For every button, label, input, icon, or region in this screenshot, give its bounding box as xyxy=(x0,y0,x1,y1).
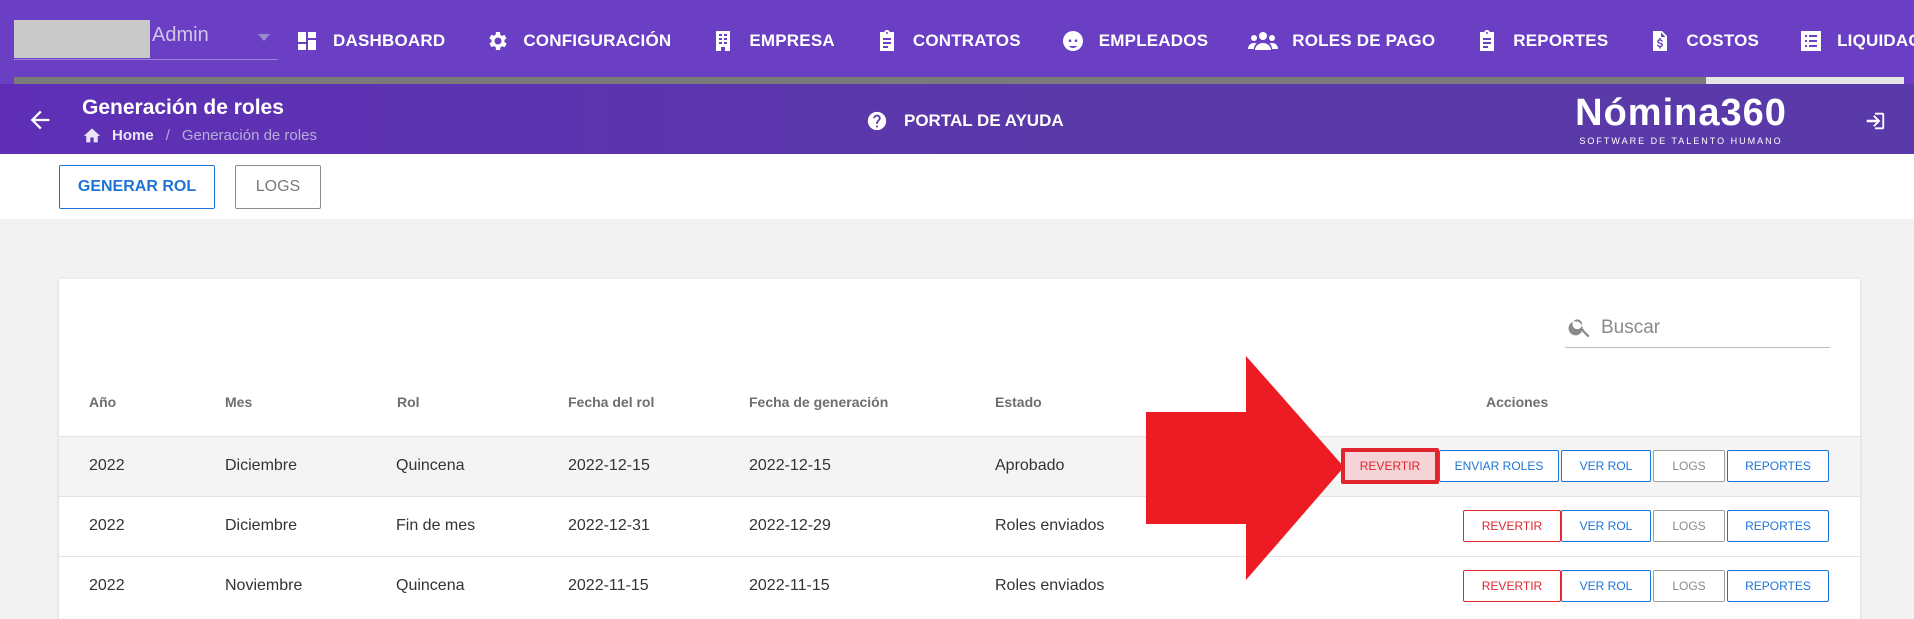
help-icon xyxy=(867,111,887,131)
table-row: 2022 Diciembre Quincena 2022-12-15 2022-… xyxy=(59,436,1860,496)
ver-rol-button[interactable]: VER ROL xyxy=(1561,570,1651,602)
cell-mes: Diciembre xyxy=(225,517,298,534)
reportes-button[interactable]: REPORTES xyxy=(1727,510,1829,542)
col-header-estado[interactable]: Estado xyxy=(995,394,1042,410)
cell-rol: Quincena xyxy=(396,457,465,474)
cell-anio: 2022 xyxy=(89,577,125,594)
home-icon xyxy=(83,128,101,143)
menu-item-roles-de-pago[interactable]: ROLES DE PAGO xyxy=(1248,29,1435,53)
page-title: Generación de roles xyxy=(82,96,284,119)
cell-fecha-generacion: 2022-12-29 xyxy=(749,517,831,534)
cell-fecha-rol: 2022-12-31 xyxy=(568,517,650,534)
cell-fecha-rol: 2022-11-15 xyxy=(568,577,649,594)
menu-item-empresa[interactable]: EMPRESA xyxy=(711,29,835,53)
cell-estado: Roles enviados xyxy=(995,517,1105,534)
dashboard-icon xyxy=(298,32,316,50)
brand-logo: Nómina360 SOFTWARE DE TALENTO HUMANO xyxy=(1566,94,1796,146)
cell-rol: Quincena xyxy=(396,577,465,594)
breadcrumb-current: Generación de roles xyxy=(181,126,317,144)
enviar-roles-button[interactable]: ENVIAR ROLES xyxy=(1439,450,1559,482)
brand-name: Nómina360 xyxy=(1575,92,1787,134)
menu-label: LIQUIDACIONES xyxy=(1837,31,1914,50)
cell-fecha-rol: 2022-12-15 xyxy=(568,457,650,474)
menu-item-configuracion[interactable]: CONFIGURACIÓN xyxy=(485,29,671,53)
row-logs-button[interactable]: LOGS xyxy=(1653,450,1725,482)
main-menu: DASHBOARD CONFIGURACIÓN EMPRESA CONTRATO… xyxy=(295,18,1914,64)
search-input[interactable] xyxy=(1601,312,1826,344)
ver-rol-button[interactable]: VER ROL xyxy=(1561,450,1651,482)
file-dollar-icon xyxy=(1653,31,1668,51)
action-bar: GENERAR ROL LOGS xyxy=(0,154,1914,219)
cell-mes: Noviembre xyxy=(225,577,303,594)
revertir-button[interactable]: REVERTIR xyxy=(1463,510,1561,542)
row-logs-button[interactable]: LOGS xyxy=(1653,510,1725,542)
menu-item-dashboard[interactable]: DASHBOARD xyxy=(295,29,445,53)
building-icon xyxy=(716,31,731,51)
menu-label: REPORTES xyxy=(1513,31,1609,50)
clipboard-list-icon xyxy=(1480,30,1495,51)
user-selector[interactable]: Admin xyxy=(14,18,278,60)
reportes-button[interactable]: REPORTES xyxy=(1727,570,1829,602)
cell-estado: Roles enviados xyxy=(995,577,1105,594)
cell-anio: 2022 xyxy=(89,457,125,474)
table-row: 2022 Noviembre Quincena 2022-11-15 2022-… xyxy=(59,556,1860,616)
logout-icon[interactable] xyxy=(1864,110,1886,132)
col-header-fecha-generacion[interactable]: Fecha de generación xyxy=(749,394,888,410)
menu-label: CONTRATOS xyxy=(912,31,1021,50)
redacted-user-block xyxy=(14,20,150,58)
col-header-rol[interactable]: Rol xyxy=(397,394,420,410)
face-icon xyxy=(1062,31,1083,51)
brand-tagline: SOFTWARE DE TALENTO HUMANO xyxy=(1579,136,1783,146)
user-name: Admin xyxy=(152,24,209,46)
people-icon xyxy=(1248,32,1279,50)
menu-label: ROLES DE PAGO xyxy=(1292,31,1436,50)
col-header-acciones: Acciones xyxy=(1486,394,1549,410)
menu-label: CONFIGURACIÓN xyxy=(523,31,672,50)
menu-item-costos[interactable]: COSTOS xyxy=(1648,29,1759,53)
logs-button[interactable]: LOGS xyxy=(235,165,321,209)
clipboard-icon xyxy=(879,30,894,51)
menu-item-empleados[interactable]: EMPLEADOS xyxy=(1061,29,1208,53)
cell-anio: 2022 xyxy=(89,517,125,534)
revertir-button[interactable]: REVERTIR xyxy=(1463,570,1561,602)
table-row: 2022 Diciembre Fin de mes 2022-12-31 202… xyxy=(59,496,1860,556)
menu-label: COSTOS xyxy=(1686,31,1760,50)
breadcrumb-home[interactable]: Home xyxy=(112,127,154,144)
ver-rol-button[interactable]: VER ROL xyxy=(1561,510,1651,542)
list-icon xyxy=(1801,31,1822,51)
menu-item-liquidaciones[interactable]: LIQUIDACIONES xyxy=(1799,29,1914,53)
generar-rol-button[interactable]: GENERAR ROL xyxy=(59,165,215,209)
top-navbar: Admin DASHBOARD CONFIGURACIÓN EMPRESA CO… xyxy=(0,0,1914,84)
menu-label: EMPRESA xyxy=(749,31,835,50)
search-box[interactable] xyxy=(1565,310,1830,348)
cell-fecha-generacion: 2022-12-15 xyxy=(749,457,831,474)
search-icon xyxy=(1568,319,1590,338)
menu-label: EMPLEADOS xyxy=(1098,31,1209,50)
col-header-anio[interactable]: Año xyxy=(89,394,116,410)
help-portal-link[interactable]: PORTAL DE AYUDA xyxy=(866,110,1064,132)
breadcrumb-separator: / xyxy=(165,126,170,144)
revertir-button[interactable]: REVERTIR xyxy=(1341,448,1439,484)
cell-estado: Aprobado xyxy=(995,457,1065,474)
col-header-fecha-rol[interactable]: Fecha del rol xyxy=(568,394,654,410)
reportes-button[interactable]: REPORTES xyxy=(1727,450,1829,482)
row-logs-button[interactable]: LOGS xyxy=(1653,570,1725,602)
menu-item-contratos[interactable]: CONTRATOS xyxy=(875,29,1021,53)
col-header-mes[interactable]: Mes xyxy=(225,394,252,410)
cell-rol: Fin de mes xyxy=(396,517,476,534)
menu-label: DASHBOARD xyxy=(333,31,446,50)
breadcrumb: Home / Generación de roles xyxy=(82,126,317,144)
page-header: Generación de roles Home / Generación de… xyxy=(0,84,1914,154)
arrow-back-icon[interactable] xyxy=(26,106,54,134)
loading-bar-segment xyxy=(1706,77,1904,84)
gear-icon xyxy=(489,32,507,50)
cell-mes: Diciembre xyxy=(225,457,298,474)
loading-bar xyxy=(14,77,1904,84)
help-label: PORTAL DE AYUDA xyxy=(904,111,1064,130)
chevron-down-icon[interactable] xyxy=(258,34,270,41)
cell-fecha-generacion: 2022-11-15 xyxy=(749,577,830,594)
menu-item-reportes[interactable]: REPORTES xyxy=(1475,29,1608,53)
